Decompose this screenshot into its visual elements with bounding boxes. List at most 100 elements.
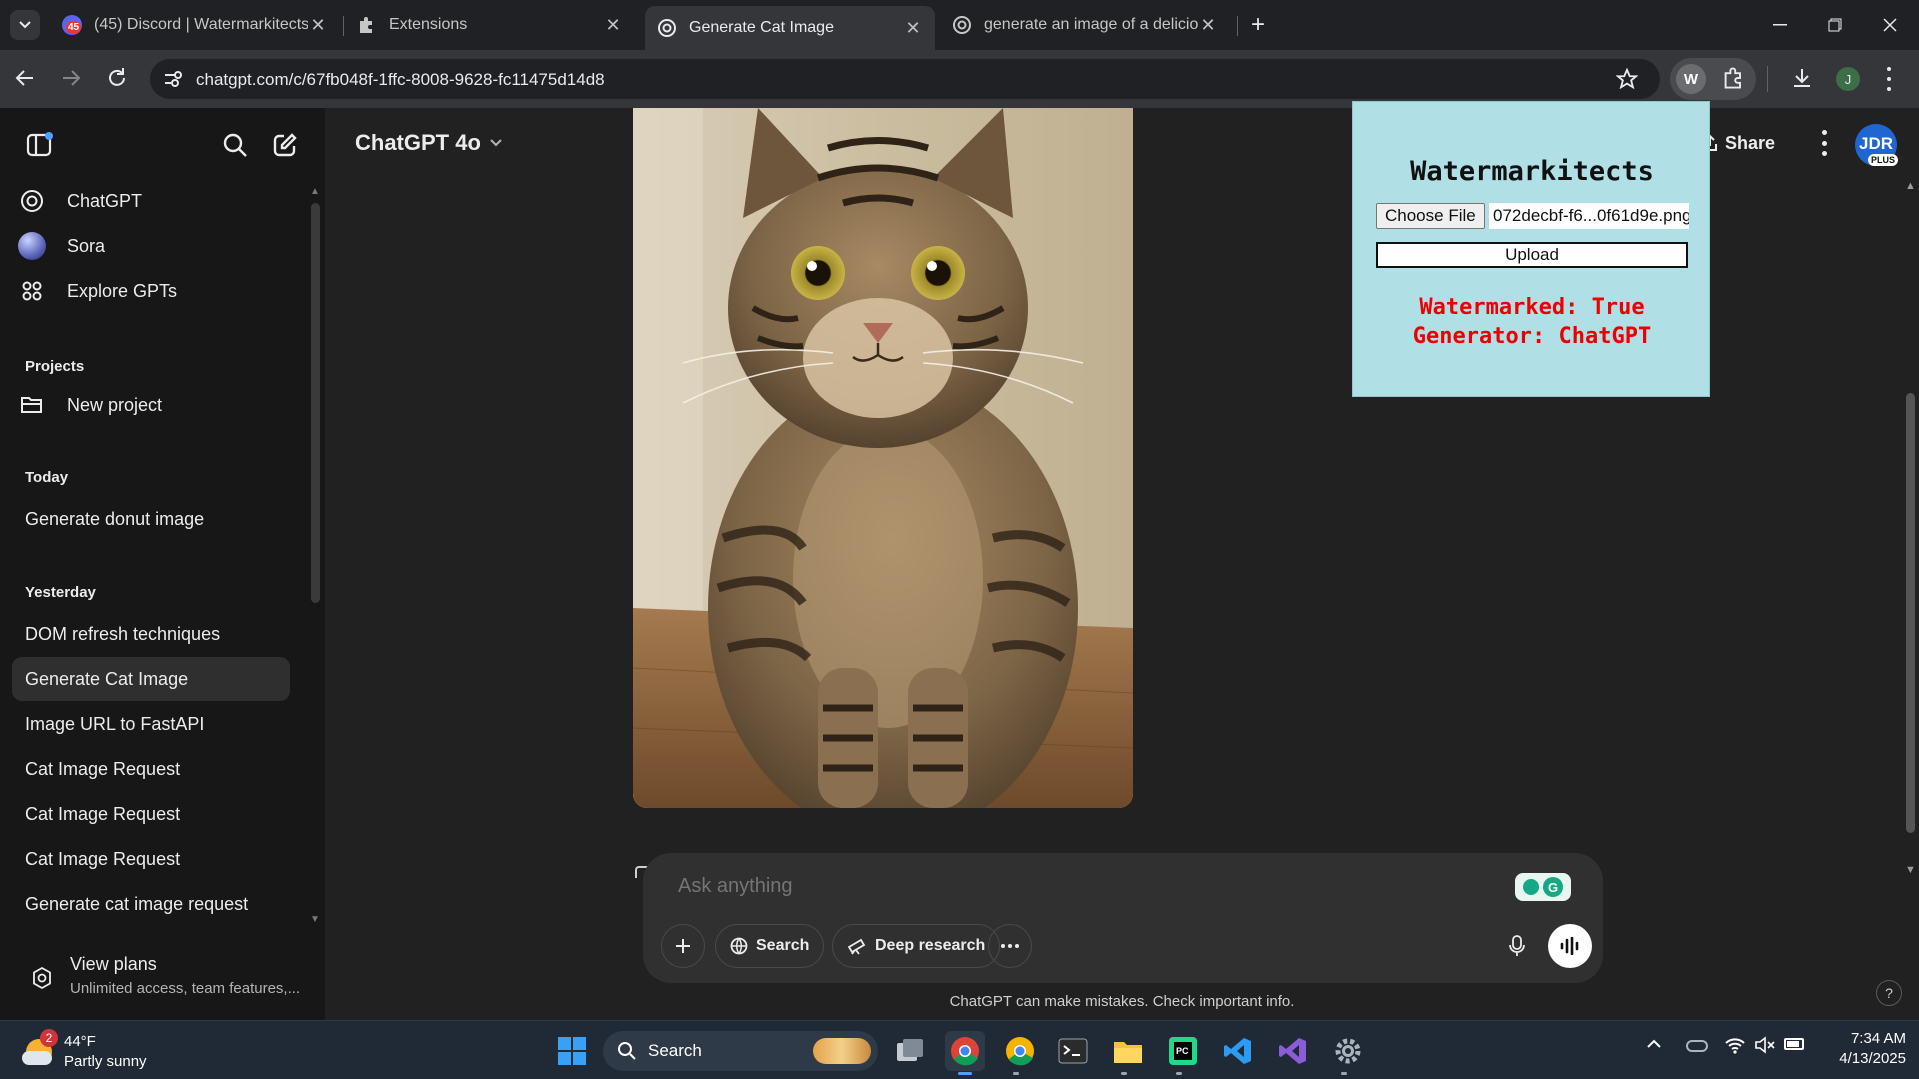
- more-tools-button[interactable]: [988, 924, 1032, 968]
- sidebar-item-sora[interactable]: Sora: [12, 224, 290, 268]
- chevron-down-icon: [19, 21, 31, 29]
- deep-research-toggle[interactable]: Deep research: [832, 924, 1001, 968]
- view-plans-title: View plans: [70, 954, 157, 974]
- dot: [1887, 87, 1891, 91]
- cat-illustration: [633, 108, 1133, 808]
- selected-file-name: 072decbf-f6...0f61d9e.png: [1489, 203, 1689, 229]
- clock[interactable]: 7:34 AM 4/13/2025: [1822, 1030, 1906, 1067]
- wifi-icon[interactable]: [1724, 1035, 1746, 1055]
- toggle-sidebar-button[interactable]: [25, 131, 53, 159]
- history-item[interactable]: Cat Image Request: [12, 747, 290, 791]
- taskbar-file-explorer[interactable]: [1108, 1031, 1148, 1071]
- tab-discord[interactable]: 45 (45) Discord | Watermarkitects ✕: [50, 6, 340, 44]
- view-plans-button[interactable]: View plans Unlimited access, team featur…: [12, 950, 302, 1006]
- model-selector[interactable]: ChatGPT 4o: [355, 130, 503, 156]
- new-project-button[interactable]: New project: [12, 383, 290, 427]
- history-item[interactable]: Cat Image Request: [12, 792, 290, 836]
- taskbar-settings[interactable]: [1328, 1031, 1368, 1071]
- scroll-down-arrow[interactable]: ▼: [310, 914, 320, 925]
- sidebar-item-explore-gpts[interactable]: Explore GPTs: [12, 269, 290, 313]
- conversation-options-button[interactable]: [1819, 130, 1829, 156]
- sidebar-scrollbar[interactable]: [311, 203, 320, 603]
- forward-button[interactable]: [58, 65, 84, 91]
- profile-avatar[interactable]: J: [1836, 67, 1860, 91]
- search-toggle[interactable]: Search: [715, 924, 825, 968]
- scroll-up-arrow[interactable]: ▲: [310, 186, 320, 197]
- taskbar-chrome-active[interactable]: [945, 1031, 985, 1071]
- site-settings-icon[interactable]: [163, 70, 183, 88]
- browser-menu-button[interactable]: [1884, 64, 1894, 94]
- attach-button[interactable]: [661, 924, 705, 968]
- voice-mode-button[interactable]: [1548, 924, 1592, 968]
- address-bar[interactable]: chatgpt.com/c/67fb048f-1ffc-8008-9628-fc…: [150, 59, 1660, 99]
- dot: [1821, 140, 1827, 146]
- history-item[interactable]: DOM refresh techniques: [12, 612, 290, 656]
- user-avatar[interactable]: JDR PLUS: [1855, 124, 1899, 166]
- choose-file-button[interactable]: Choose File: [1376, 203, 1485, 229]
- pycharm-icon: PC: [1169, 1037, 1197, 1065]
- tab-donut-image[interactable]: generate an image of a deliciou ✕: [940, 6, 1230, 44]
- reload-button[interactable]: [104, 65, 130, 91]
- windows-taskbar: 2 44°F Partly sunny Search PC 7:34 AM 4/…: [0, 1020, 1919, 1079]
- close-window-button[interactable]: [1870, 12, 1910, 38]
- wifi-glyph: [1725, 1038, 1745, 1054]
- taskbar-chrome-profile[interactable]: [1000, 1031, 1040, 1071]
- search-highlight-image: [813, 1038, 871, 1064]
- main-scrollbar[interactable]: [1906, 393, 1915, 833]
- history-item[interactable]: Generate donut image: [12, 497, 290, 541]
- onedrive-icon[interactable]: [1686, 1040, 1708, 1052]
- extensions-menu-button[interactable]: [1722, 66, 1746, 90]
- battery-icon[interactable]: [1784, 1038, 1804, 1050]
- back-button[interactable]: [12, 65, 38, 91]
- scroll-down-arrow[interactable]: ▼: [1905, 864, 1916, 876]
- grammarly-widget[interactable]: G: [1515, 873, 1571, 901]
- new-chat-button[interactable]: [271, 131, 299, 159]
- volume-muted-icon[interactable]: [1754, 1035, 1776, 1055]
- watermarkitects-popup: Watermarkitects Choose File 072decbf-f6.…: [1352, 101, 1710, 397]
- history-item[interactable]: Cat Image Request: [12, 837, 290, 881]
- scroll-up-arrow[interactable]: ▲: [1905, 180, 1916, 192]
- taskbar-vscode[interactable]: [1218, 1031, 1258, 1071]
- avatar-initials: JDR: [1858, 134, 1893, 153]
- search-chats-button[interactable]: [221, 131, 249, 159]
- grid-icon: [22, 281, 42, 301]
- taskbar-terminal[interactable]: [1053, 1031, 1093, 1071]
- taskbar-visual-studio[interactable]: [1273, 1031, 1313, 1071]
- dictate-button[interactable]: [1495, 924, 1539, 968]
- close-icon[interactable]: ✕: [1198, 15, 1218, 36]
- taskbar-search[interactable]: Search: [603, 1031, 878, 1071]
- chrome-icon: [951, 1037, 979, 1066]
- downloads-button[interactable]: [1790, 66, 1814, 90]
- system-tray-overflow[interactable]: [1646, 1039, 1662, 1049]
- prompt-input[interactable]: [678, 875, 1438, 898]
- start-button[interactable]: [552, 1031, 592, 1071]
- openai-logo-icon: [953, 16, 971, 34]
- history-item[interactable]: Generate cat image request: [12, 882, 290, 926]
- close-icon[interactable]: ✕: [603, 15, 623, 36]
- puzzle-icon: [360, 17, 372, 33]
- open-indicator: [1013, 1072, 1019, 1075]
- weather-widget[interactable]: 2 44°F Partly sunny: [22, 1029, 192, 1073]
- task-view-button[interactable]: [890, 1031, 930, 1071]
- star-icon[interactable]: [1616, 68, 1638, 90]
- watermarkitects-extension-button[interactable]: W: [1676, 64, 1706, 94]
- taskbar-pycharm[interactable]: PC: [1163, 1031, 1203, 1071]
- history-item[interactable]: Image URL to FastAPI: [12, 702, 290, 746]
- new-tab-button[interactable]: +: [1243, 10, 1273, 40]
- folder-plus-icon: [21, 397, 42, 413]
- compose-icon: [273, 133, 297, 157]
- help-button[interactable]: ?: [1876, 980, 1902, 1006]
- sidebar-item-label: ChatGPT: [67, 190, 143, 211]
- close-icon[interactable]: ✕: [903, 18, 923, 39]
- tab-extensions[interactable]: Extensions ✕: [345, 6, 635, 44]
- dot: [1821, 151, 1827, 156]
- upload-button[interactable]: Upload: [1376, 242, 1688, 268]
- minimize-button[interactable]: [1760, 12, 1800, 38]
- sidebar-item-chatgpt[interactable]: ChatGPT: [12, 179, 290, 223]
- close-icon[interactable]: ✕: [308, 15, 328, 36]
- restore-button[interactable]: [1815, 12, 1855, 38]
- history-item-active[interactable]: Generate Cat Image: [12, 657, 290, 701]
- tab-generate-cat-image[interactable]: Generate Cat Image ✕: [645, 6, 935, 50]
- tab-search-button[interactable]: [10, 10, 40, 40]
- generated-cat-image[interactable]: [633, 108, 1133, 808]
